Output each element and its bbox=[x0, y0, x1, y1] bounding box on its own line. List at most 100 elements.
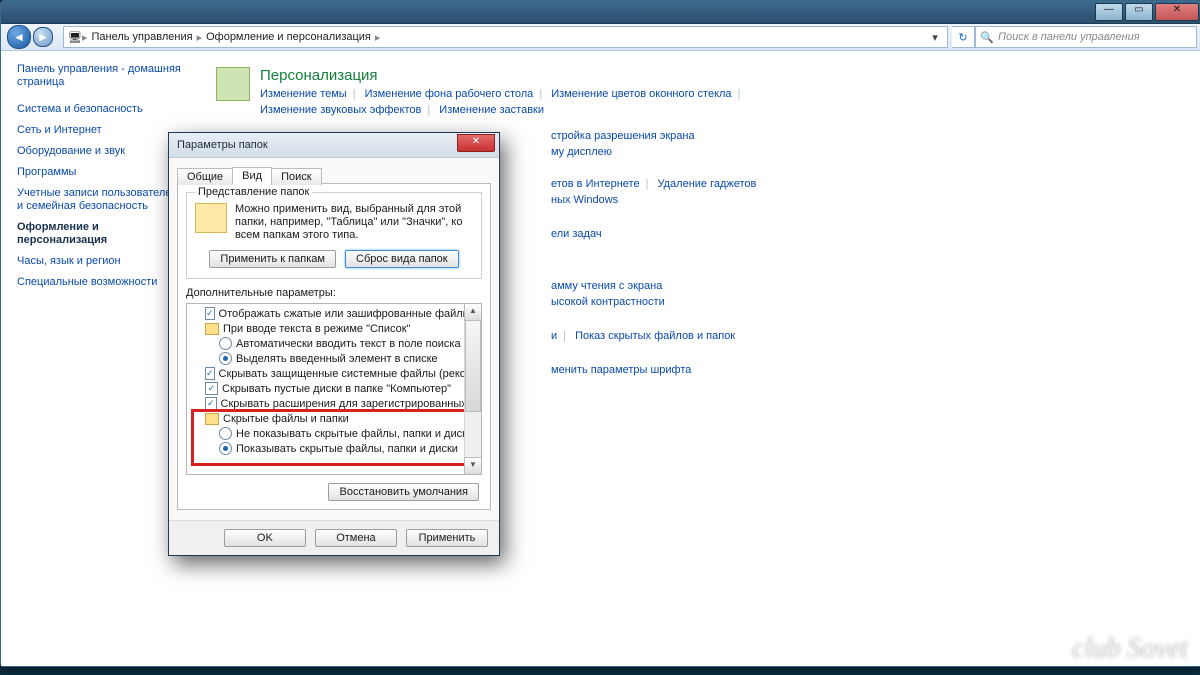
radio-icon[interactable] bbox=[219, 442, 232, 455]
search-icon: 🔍 bbox=[980, 31, 994, 44]
group-description: Можно применить вид, выбранный для этой … bbox=[235, 203, 473, 242]
tree-scrollbar[interactable]: ▲ ▼ bbox=[464, 304, 481, 474]
tab-search[interactable]: Поиск bbox=[271, 168, 321, 185]
dialog-close-button[interactable]: ✕ bbox=[457, 134, 495, 152]
personalization-icon bbox=[216, 67, 250, 101]
forward-button[interactable]: ► bbox=[33, 27, 53, 47]
scroll-down-icon[interactable]: ▼ bbox=[464, 457, 482, 475]
tree-label: Выделять введенный элемент в списке bbox=[236, 353, 438, 365]
link-partial[interactable]: Показ скрытых файлов и папок bbox=[575, 330, 735, 342]
link-partial[interactable]: му дисплею bbox=[551, 146, 612, 158]
tree-label: Скрывать защищенные системные файлы (рек… bbox=[219, 368, 482, 380]
link-partial[interactable]: ысокой контрастности bbox=[551, 296, 665, 308]
advanced-settings-tree[interactable]: ✓ Отображать сжатые или зашифрованные фай… bbox=[186, 303, 482, 475]
address-bar[interactable]: 🖥 ▸ Панель управления ▸ Оформление и пер… bbox=[63, 26, 948, 48]
link-partial[interactable]: и bbox=[551, 330, 557, 342]
tree-label: Скрывать расширения для зарегистрированн… bbox=[221, 398, 481, 410]
apply-to-folders-button[interactable]: Применить к папкам bbox=[209, 250, 336, 268]
advanced-label: Дополнительные параметры: bbox=[186, 287, 482, 299]
control-panel-icon: 🖥 bbox=[68, 31, 82, 44]
link[interactable]: Изменение звуковых эффектов bbox=[260, 104, 421, 116]
tree-label: Скрытые файлы и папки bbox=[223, 413, 349, 425]
scroll-up-icon[interactable]: ▲ bbox=[464, 303, 482, 321]
search-input[interactable]: 🔍 Поиск в панели управления bbox=[975, 26, 1197, 48]
dialog-footer: OK Отмена Применить bbox=[169, 520, 499, 555]
radio-icon[interactable] bbox=[219, 427, 232, 440]
tree-row[interactable]: Автоматически вводить текст в поле поиск… bbox=[191, 336, 481, 351]
category-title[interactable]: Персонализация bbox=[260, 67, 746, 84]
tab-strip: Общие Вид Поиск bbox=[177, 162, 491, 184]
tab-general[interactable]: Общие bbox=[177, 168, 233, 185]
tab-view[interactable]: Вид bbox=[232, 167, 272, 185]
dialog-titlebar[interactable]: Параметры папок ✕ bbox=[169, 133, 499, 158]
link-partial[interactable]: ели задач bbox=[551, 228, 602, 240]
dialog-title-text: Параметры папок bbox=[177, 139, 268, 151]
titlebar: — ▭ ✕ bbox=[1, 1, 1200, 24]
scroll-thumb[interactable] bbox=[465, 320, 481, 412]
tree-row[interactable]: ✓ Отображать сжатые или зашифрованные фай… bbox=[191, 306, 481, 321]
reset-folders-button[interactable]: Сброс вида папок bbox=[345, 250, 459, 268]
maximize-button[interactable]: ▭ bbox=[1125, 3, 1153, 21]
link-partial[interactable]: амму чтения с экрана bbox=[551, 280, 662, 292]
tab-page-view: Представление папок Можно применить вид,… bbox=[177, 183, 491, 510]
link[interactable]: Изменение цветов оконного стекла bbox=[551, 88, 731, 100]
apply-button[interactable]: Применить bbox=[406, 529, 488, 547]
close-button[interactable]: ✕ bbox=[1155, 3, 1199, 21]
tree-row[interactable]: Не показывать скрытые файлы, папки и дис… bbox=[191, 426, 481, 441]
checkbox-icon[interactable]: ✓ bbox=[205, 397, 217, 410]
refresh-button[interactable]: ↻ bbox=[952, 26, 975, 48]
cancel-button[interactable]: Отмена bbox=[315, 529, 397, 547]
link[interactable]: Изменение заставки bbox=[439, 104, 544, 116]
sidebar-home[interactable]: Панель управления - домашняя страница bbox=[17, 63, 182, 89]
tree-label: Отображать сжатые или зашифрованные файл… bbox=[219, 308, 482, 320]
tree-row[interactable]: Показывать скрытые файлы, папки и диски bbox=[191, 441, 481, 456]
link-partial[interactable]: ных Windows bbox=[551, 194, 618, 206]
tree-label: Показывать скрытые файлы, папки и диски bbox=[236, 443, 458, 455]
folder-views-group: Представление папок Можно применить вид,… bbox=[186, 192, 482, 279]
folder-options-dialog: Параметры папок ✕ Общие Вид Поиск Предст… bbox=[168, 132, 500, 556]
sidebar-item[interactable]: Сеть и Интернет bbox=[17, 124, 182, 137]
link-partial[interactable]: етов в Интернете bbox=[551, 178, 640, 190]
tree-label: Автоматически вводить текст в поле поиск… bbox=[236, 338, 461, 350]
radio-icon[interactable] bbox=[219, 337, 232, 350]
breadcrumb-root[interactable]: Панель управления bbox=[92, 31, 193, 43]
address-dropdown-icon[interactable]: ▾ bbox=[927, 31, 943, 44]
folder-icon bbox=[205, 323, 219, 335]
checkbox-icon[interactable]: ✓ bbox=[205, 367, 215, 380]
sidebar-item[interactable]: Программы bbox=[17, 166, 182, 179]
breadcrumb-category[interactable]: Оформление и персонализация bbox=[206, 31, 371, 43]
navigation-bar: ◄ ► 🖥 ▸ Панель управления ▸ Оформление и… bbox=[1, 24, 1200, 51]
tree-label: Не показывать скрытые файлы, папки и дис… bbox=[236, 428, 473, 440]
link[interactable]: Изменение фона рабочего стола bbox=[365, 88, 534, 100]
sidebar-item[interactable]: Специальные возможности bbox=[17, 276, 182, 289]
sidebar-item[interactable]: Оборудование и звук bbox=[17, 145, 182, 158]
link-partial[interactable]: менить параметры шрифта bbox=[551, 364, 691, 376]
radio-icon[interactable] bbox=[219, 352, 232, 365]
tree-row[interactable]: Выделять введенный элемент в списке bbox=[191, 351, 481, 366]
folder-icon bbox=[205, 413, 219, 425]
sidebar-item[interactable]: Учетные записи пользователей и семейная … bbox=[17, 187, 182, 213]
tree-row[interactable]: ✓ Скрывать расширения для зарегистрирован… bbox=[191, 396, 481, 411]
link[interactable]: Изменение темы bbox=[260, 88, 347, 100]
search-placeholder: Поиск в панели управления bbox=[998, 31, 1140, 43]
tree-row[interactable]: ✓ Скрывать пустые диски в папке "Компьюте… bbox=[191, 381, 481, 396]
group-legend: Представление папок bbox=[195, 186, 312, 198]
tree-row[interactable]: При вводе текста в режиме "Список" bbox=[191, 321, 481, 336]
category-personalization: Персонализация Изменение темы| Изменение… bbox=[216, 67, 1181, 116]
restore-defaults-button[interactable]: Восстановить умолчания bbox=[328, 483, 479, 501]
sidebar: Панель управления - домашняя страница Си… bbox=[1, 51, 190, 666]
checkbox-icon[interactable]: ✓ bbox=[205, 382, 218, 395]
link-partial[interactable]: Удаление гаджетов bbox=[658, 178, 757, 190]
sidebar-item-active[interactable]: Оформление и персонализация bbox=[17, 221, 182, 247]
ok-button[interactable]: OK bbox=[224, 529, 306, 547]
minimize-button[interactable]: — bbox=[1095, 3, 1123, 21]
sidebar-item[interactable]: Часы, язык и регион bbox=[17, 255, 182, 268]
back-button[interactable]: ◄ bbox=[7, 25, 31, 49]
tree-row[interactable]: Скрытые файлы и папки bbox=[191, 411, 481, 426]
folder-icon bbox=[195, 203, 227, 233]
sidebar-item[interactable]: Система и безопасность bbox=[17, 103, 182, 116]
tree-label: Скрывать пустые диски в папке "Компьютер… bbox=[222, 383, 451, 395]
checkbox-icon[interactable]: ✓ bbox=[205, 307, 215, 320]
tree-row[interactable]: ✓ Скрывать защищенные системные файлы (ре… bbox=[191, 366, 481, 381]
link-partial[interactable]: стройка разрешения экрана bbox=[551, 130, 695, 142]
